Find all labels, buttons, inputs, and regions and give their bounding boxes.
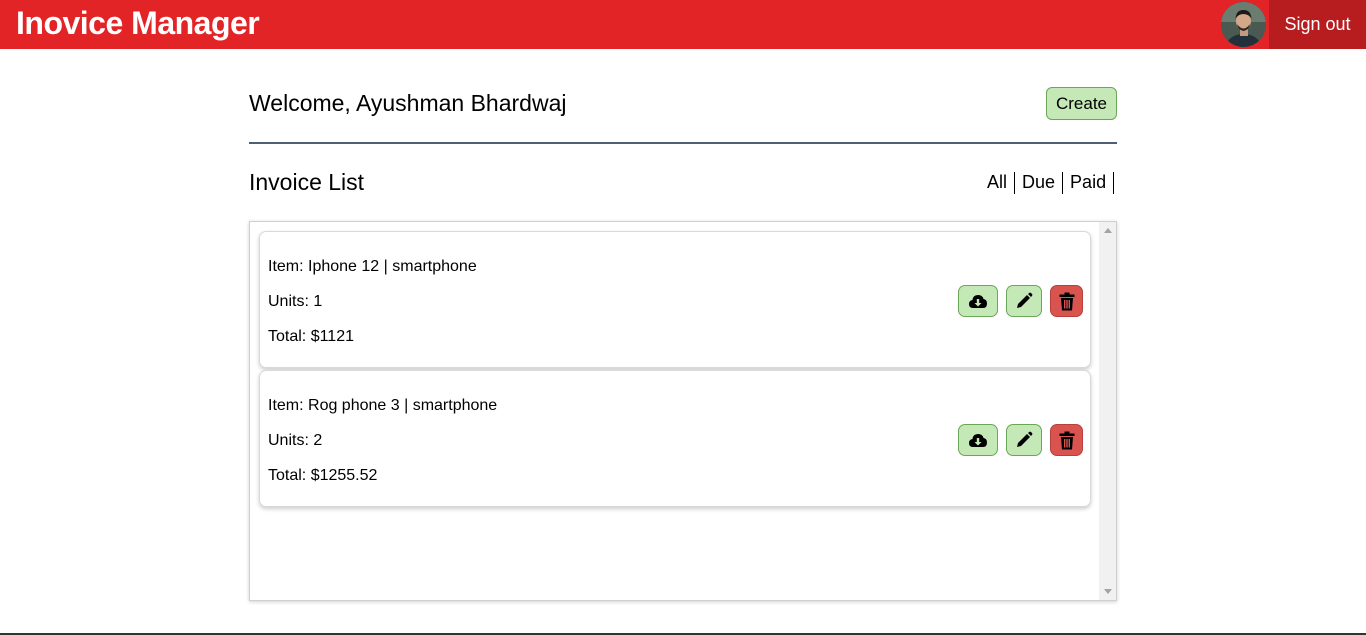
invoice-units: Units: 2: [268, 432, 323, 449]
invoice-total: Total: $1255.52: [268, 467, 378, 484]
edit-button[interactable]: [1006, 424, 1042, 456]
brand-title[interactable]: Inovice Manager: [16, 5, 260, 42]
invoice-card: Item: Iphone 12 | smartphone Units: 1 To…: [259, 231, 1091, 368]
scroll-down-arrow-icon[interactable]: [1104, 589, 1112, 594]
avatar[interactable]: [1221, 2, 1266, 47]
invoice-item: Item: Iphone 12 | smartphone: [268, 258, 477, 275]
scrollbar[interactable]: [1099, 222, 1116, 600]
filter-tabs: All Due Paid: [983, 172, 1115, 194]
invoice-total: Total: $1121: [268, 328, 354, 345]
invoice-units: Units: 1: [268, 293, 323, 310]
download-button[interactable]: [958, 285, 998, 317]
scroll-up-arrow-icon[interactable]: [1104, 228, 1112, 233]
pencil-icon: [1017, 431, 1033, 447]
invoice-item: Item: Rog phone 3 | smartphone: [268, 397, 498, 414]
download-button[interactable]: [958, 424, 998, 456]
navbar: Inovice Manager Sign out: [0, 0, 1366, 49]
cloud-download-icon: [969, 295, 987, 308]
trash-icon: [1059, 431, 1074, 449]
divider: [249, 142, 1117, 144]
filter-all[interactable]: All: [983, 172, 1016, 194]
welcome-heading: Welcome, Ayushman Bhardwaj: [249, 90, 567, 116]
signout-button[interactable]: Sign out: [1269, 0, 1366, 49]
invoice-card: Item: Rog phone 3 | smartphone Units: 2 …: [259, 370, 1091, 507]
delete-button[interactable]: [1050, 424, 1083, 456]
trash-icon: [1059, 292, 1074, 310]
filter-paid[interactable]: Paid: [1063, 172, 1115, 194]
pencil-icon: [1017, 292, 1033, 308]
cloud-download-icon: [969, 434, 987, 447]
filter-due[interactable]: Due: [1015, 172, 1064, 194]
avatar-image: [1221, 2, 1266, 47]
invoice-list-container[interactable]: Item: Iphone 12 | smartphone Units: 1 To…: [249, 221, 1117, 601]
delete-button[interactable]: [1050, 285, 1083, 317]
invoice-list-title: Invoice List: [249, 169, 365, 195]
edit-button[interactable]: [1006, 285, 1042, 317]
create-button[interactable]: Create: [1046, 87, 1117, 120]
